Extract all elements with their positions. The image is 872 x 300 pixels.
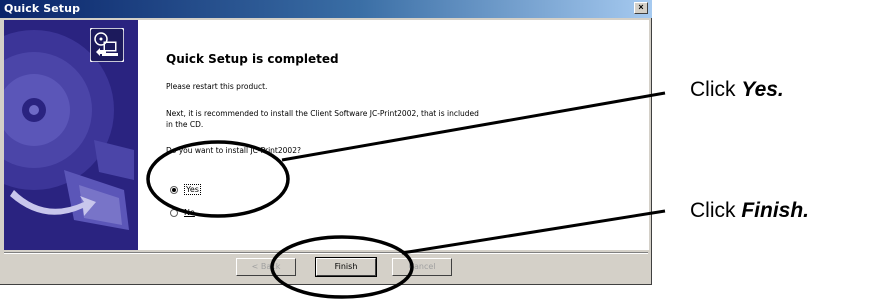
restart-message: Please restart this product. [166,82,268,91]
callout-target: Yes. [741,78,784,101]
cancel-button[interactable]: Cancel [392,258,452,276]
radio-no[interactable]: No [170,208,195,217]
install-question: Do you want to install JC-Print2002? [166,146,301,155]
radio-selected-icon[interactable] [170,185,178,194]
close-button[interactable]: × [634,2,648,14]
quick-setup-dialog: Quick Setup × Quick Setup is completed P… [0,0,652,285]
finish-button[interactable]: Finish [315,257,377,277]
window-title: Quick Setup [4,2,81,15]
callout-target: Finish. [741,199,810,222]
callout-click-yes: Click Yes. [690,78,784,102]
recommend-message: Next, it is recommended to install the C… [166,109,479,129]
close-icon: × [638,2,644,12]
radio-yes[interactable]: Yes [170,184,201,195]
page-title: Quick Setup is completed [166,52,339,66]
radio-unselected-icon[interactable] [170,208,178,217]
radio-no-label[interactable]: No [184,208,195,217]
back-button[interactable]: < Back [236,258,296,276]
title-bar[interactable]: Quick Setup × [0,0,652,18]
divider [4,252,648,254]
callout-prefix: Click [690,78,742,101]
setup-computer-icon [89,27,125,63]
dialog-content: Quick Setup is completed Please restart … [4,20,649,250]
callout-click-finish: Click Finish. [690,199,809,223]
callout-prefix: Click [690,199,742,222]
radio-yes-label[interactable]: Yes [184,184,201,195]
